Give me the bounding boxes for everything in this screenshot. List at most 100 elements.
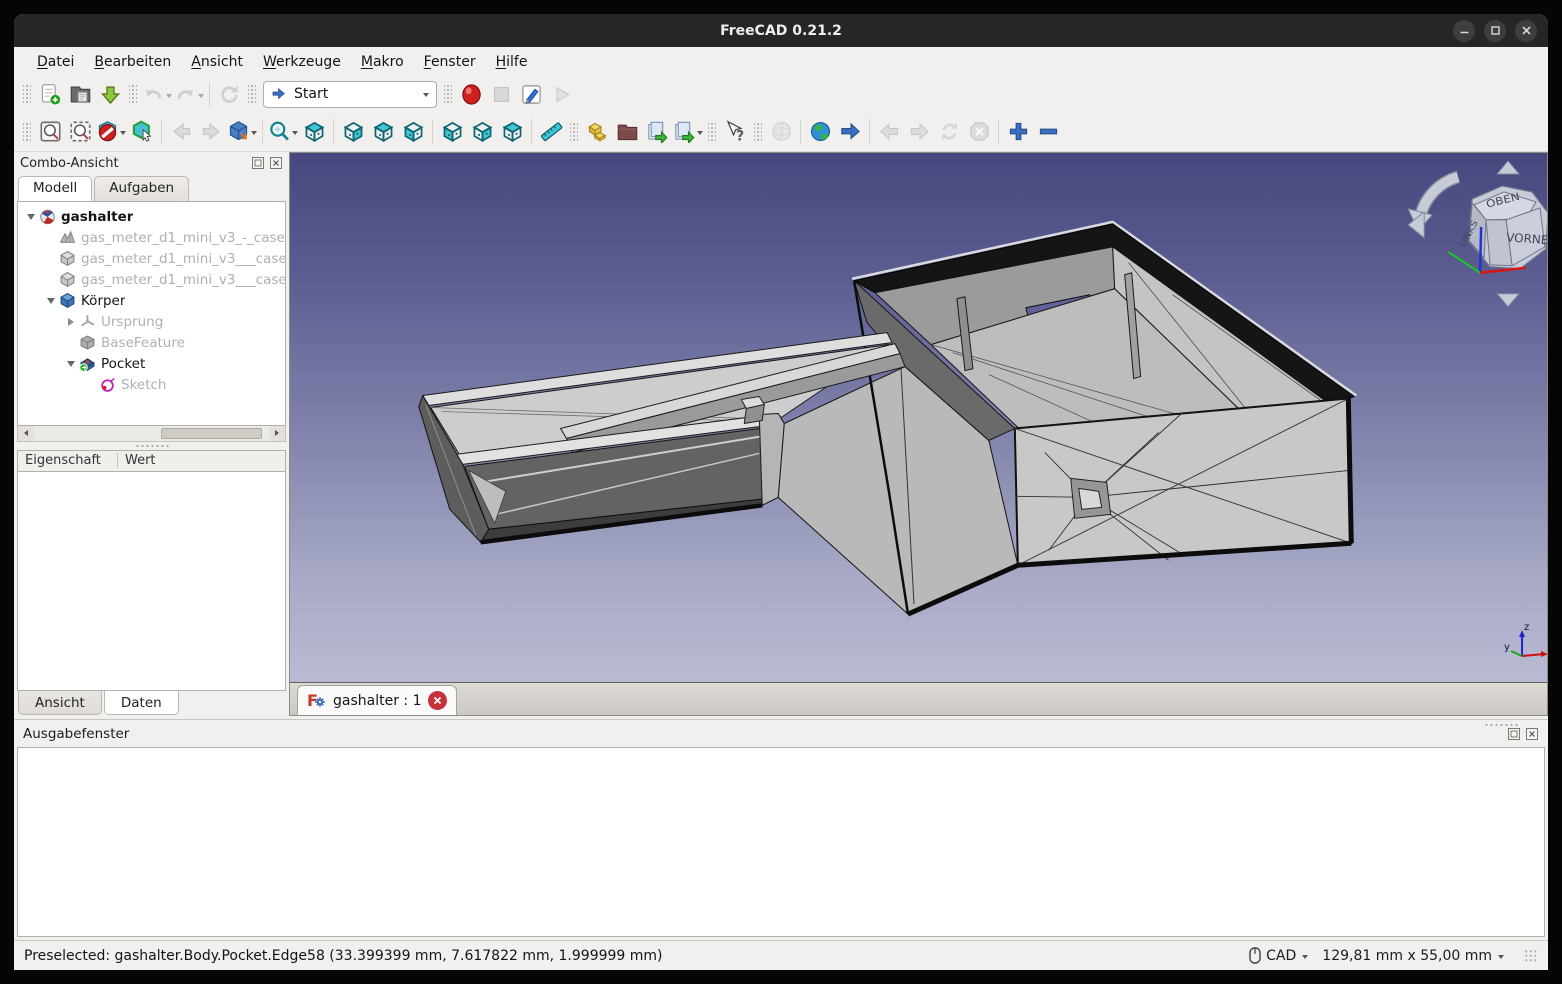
3d-model-canvas[interactable]: OBEN VORNE LINKS bbox=[290, 153, 1547, 682]
refresh-button[interactable] bbox=[214, 79, 244, 109]
output-content[interactable] bbox=[17, 747, 1545, 937]
browser-back-button[interactable] bbox=[874, 117, 904, 147]
fit-all-button[interactable] bbox=[35, 117, 65, 147]
tree-item-gashalter[interactable]: gashalter bbox=[18, 206, 285, 227]
view-bottom-button[interactable] bbox=[467, 117, 497, 147]
tree-item-ursprung[interactable]: Ursprung bbox=[18, 311, 285, 332]
menu-ansicht[interactable]: Ansicht bbox=[182, 51, 252, 73]
menu-makro[interactable]: Makro bbox=[352, 51, 413, 73]
close-tab-icon[interactable] bbox=[428, 691, 447, 710]
view-front-button[interactable] bbox=[338, 117, 368, 147]
toolbar-handle[interactable] bbox=[708, 121, 716, 143]
maximize-button[interactable] bbox=[1484, 20, 1506, 42]
float-panel-icon[interactable] bbox=[251, 156, 265, 170]
view-axonometric-button[interactable] bbox=[299, 117, 329, 147]
view-top-button[interactable] bbox=[368, 117, 398, 147]
draw-style-button[interactable] bbox=[95, 117, 127, 147]
web-page-button[interactable] bbox=[766, 117, 796, 147]
tree-item-gas-meter-d1-mini-v3-case[interactable]: gas_meter_d1_mini_v3___case bbox=[18, 248, 285, 269]
browser-stop-button[interactable] bbox=[964, 117, 994, 147]
macro-record-button[interactable] bbox=[456, 79, 486, 109]
output-splitter-handle[interactable] bbox=[1484, 723, 1520, 727]
macro-stop-button[interactable] bbox=[486, 79, 516, 109]
zoom-in-button[interactable] bbox=[1003, 117, 1033, 147]
export-object-button[interactable] bbox=[642, 117, 672, 147]
view-left-button[interactable] bbox=[497, 117, 527, 147]
tree-item-basefeature[interactable]: BaseFeature bbox=[18, 332, 285, 353]
scroll-left-icon[interactable] bbox=[18, 426, 34, 441]
tab-modell[interactable]: Modell bbox=[18, 176, 92, 201]
navigation-cube[interactable]: OBEN VORNE LINKS bbox=[1408, 161, 1547, 307]
menu-bearbeiten[interactable]: Bearbeiten bbox=[85, 51, 180, 73]
toolbar-handle[interactable] bbox=[248, 83, 256, 105]
scrollbar-thumb[interactable] bbox=[161, 428, 262, 439]
toolbar-handle[interactable] bbox=[129, 83, 137, 105]
close-output-icon[interactable] bbox=[1525, 727, 1539, 741]
minimize-button[interactable] bbox=[1453, 20, 1475, 42]
open-folder-button[interactable] bbox=[65, 79, 95, 109]
nav-cube-arrow-down[interactable] bbox=[1497, 294, 1519, 307]
nav-cube-arrow-up[interactable] bbox=[1497, 161, 1519, 174]
macro-play-button[interactable] bbox=[546, 79, 576, 109]
make-group-button[interactable] bbox=[612, 117, 642, 147]
tree-horizontal-scrollbar[interactable] bbox=[17, 426, 286, 442]
save-button[interactable] bbox=[95, 79, 125, 109]
macro-edit-button[interactable] bbox=[516, 79, 546, 109]
navigation-style-selector[interactable]: CAD bbox=[1245, 945, 1312, 966]
start-page-button[interactable] bbox=[805, 117, 835, 147]
scroll-right-icon[interactable] bbox=[269, 426, 285, 441]
model-tree[interactable]: gashaltergas_meter_d1_mini_v3_-_casegas_… bbox=[17, 201, 286, 426]
toolbar-handle[interactable] bbox=[23, 121, 31, 143]
zoom-out-button[interactable] bbox=[1033, 117, 1063, 147]
nav-back-button[interactable] bbox=[166, 117, 196, 147]
menu-datei[interactable]: Datei bbox=[28, 51, 83, 73]
redo-button[interactable] bbox=[173, 79, 205, 109]
expander-expanded-icon[interactable] bbox=[24, 209, 37, 224]
property-table-body[interactable] bbox=[17, 472, 286, 692]
part-simple-copy-button[interactable] bbox=[582, 117, 612, 147]
tab-ansicht[interactable]: Ansicht bbox=[18, 691, 102, 715]
tree-item-k-rper[interactable]: Körper bbox=[18, 290, 285, 311]
tree-item-gas-meter-d1-mini-v3-case[interactable]: gas_meter_d1_mini_v3___case bbox=[18, 269, 285, 290]
title-bar[interactable]: FreeCAD 0.21.2 bbox=[14, 14, 1548, 47]
expander-expanded-icon[interactable] bbox=[64, 356, 77, 371]
expander-expanded-icon[interactable] bbox=[44, 293, 57, 308]
view-isometric-button[interactable] bbox=[226, 117, 258, 147]
undo-button[interactable] bbox=[141, 79, 173, 109]
resize-grip[interactable] bbox=[1524, 949, 1538, 963]
tab-aufgaben[interactable]: Aufgaben bbox=[94, 176, 189, 201]
3d-view[interactable]: OBEN VORNE LINKS bbox=[289, 152, 1548, 682]
tab-daten[interactable]: Daten bbox=[104, 691, 179, 715]
toolbar-handle[interactable] bbox=[570, 121, 578, 143]
view-right-button[interactable] bbox=[398, 117, 428, 147]
browser-forward-button[interactable] bbox=[904, 117, 934, 147]
panel-splitter[interactable] bbox=[17, 442, 286, 450]
whats-this-button[interactable]: ? bbox=[720, 117, 750, 147]
edit-mode-button[interactable] bbox=[127, 117, 157, 147]
toolbar-handle[interactable] bbox=[23, 83, 31, 105]
open-url-button[interactable] bbox=[835, 117, 865, 147]
view-rear-button[interactable] bbox=[437, 117, 467, 147]
nav-forward-button[interactable] bbox=[196, 117, 226, 147]
document-tab[interactable]: F gashalter : 1 bbox=[297, 685, 457, 715]
workbench-selector[interactable]: Start bbox=[263, 81, 437, 108]
tree-item-pocket[interactable]: Pocket bbox=[18, 353, 285, 374]
view-size-selector[interactable]: 129,81 mm x 55,00 mm bbox=[1318, 946, 1508, 966]
fit-selection-button[interactable] bbox=[65, 117, 95, 147]
expander-collapsed-icon[interactable] bbox=[64, 318, 77, 326]
zoom-button[interactable] bbox=[267, 117, 299, 147]
export-object-alt-button[interactable] bbox=[672, 117, 704, 147]
new-document-button[interactable] bbox=[35, 79, 65, 109]
nav-cube-face-front[interactable]: VORNE bbox=[1506, 230, 1547, 247]
close-button[interactable] bbox=[1515, 20, 1537, 42]
close-panel-icon[interactable] bbox=[269, 156, 283, 170]
menu-hilfe[interactable]: Hilfe bbox=[487, 51, 537, 73]
cad-model-gashalter[interactable] bbox=[419, 222, 1357, 614]
menu-werkzeuge[interactable]: Werkzeuge bbox=[254, 51, 350, 73]
browser-refresh-button[interactable] bbox=[934, 117, 964, 147]
toolbar-handle[interactable] bbox=[444, 83, 452, 105]
float-output-icon[interactable] bbox=[1507, 727, 1521, 741]
toolbar-handle[interactable] bbox=[754, 121, 762, 143]
tree-item-sketch[interactable]: Sketch bbox=[18, 374, 285, 395]
measure-distance-button[interactable] bbox=[536, 117, 566, 147]
